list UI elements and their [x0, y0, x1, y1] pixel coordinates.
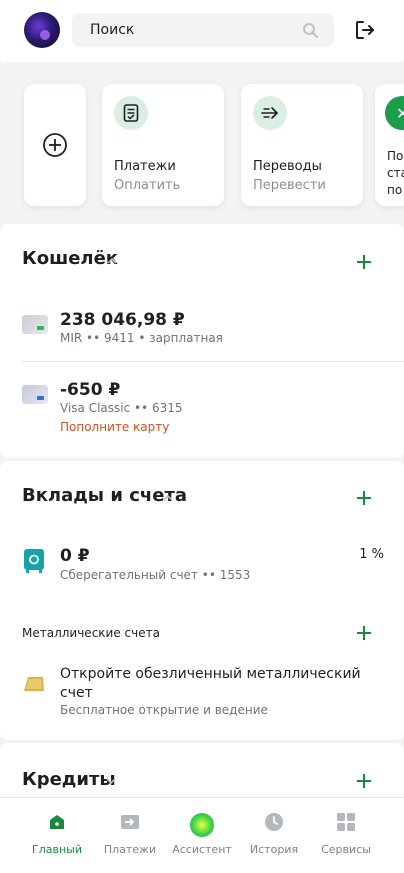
account-details: MIR •• 9411 • зарплатная [60, 331, 223, 345]
nav-label: Ассистент [172, 843, 232, 856]
credits-section: Кредиты [0, 743, 404, 803]
nav-item-history[interactable]: История [238, 798, 310, 873]
logout-icon[interactable] [354, 19, 376, 41]
top-bar: Поиск [0, 0, 404, 62]
search-icon [303, 23, 318, 38]
credits-title[interactable]: Кредиты [22, 769, 116, 790]
nav-item-services[interactable]: Сервисы [310, 798, 382, 873]
transfer-arrow-icon [253, 96, 287, 130]
search-input[interactable]: Поиск [72, 13, 334, 47]
search-placeholder: Поиск [90, 22, 135, 38]
avatar[interactable] [24, 12, 60, 48]
quick-action-title: Платежи [114, 159, 176, 174]
bottom-nav: Главный Платежи Ассистент История Сервис… [0, 797, 404, 873]
savings-amount: 0 ₽ [60, 546, 90, 566]
partial-line-3: по [387, 183, 403, 197]
add-credit-button[interactable] [356, 773, 372, 789]
quick-action-payments[interactable]: Платежи Оплатить [102, 84, 224, 206]
quick-actions-carousel[interactable]: Платежи Оплатить Переводы Перевести ✕ По… [0, 62, 404, 222]
home-icon [50, 815, 64, 829]
assistant-icon [190, 813, 214, 837]
wallet-title[interactable]: Кошелёк [22, 248, 118, 269]
nav-label: Главный [32, 843, 82, 856]
account-amount: 238 046,98 ₽ [60, 310, 185, 330]
grid-icon [337, 813, 355, 831]
card-icon [22, 385, 48, 404]
metal-offer-title: Откройте обезличенный металлический счет [60, 666, 361, 701]
nav-label: Платежи [103, 843, 157, 856]
add-quick-action-button[interactable] [24, 84, 86, 206]
nav-item-assistant[interactable]: Ассистент [166, 798, 238, 873]
deposits-section: Вклады и счета 0 ₽ Сберегательный счет •… [0, 461, 404, 740]
metal-offer-subtitle: Бесплатное открытие и ведение [60, 703, 268, 717]
nav-label: Сервисы [321, 843, 371, 856]
account-amount: -650 ₽ [60, 380, 121, 400]
gold-bar-icon [24, 677, 44, 691]
add-wallet-button[interactable] [356, 254, 372, 270]
add-metal-account-button[interactable] [356, 625, 372, 641]
svg-text:✕: ✕ [396, 104, 404, 123]
clock-icon [265, 813, 283, 831]
wallet-section: Кошелёк 238 046,98 ₽ MIR •• 9411 • зарпл… [0, 224, 404, 458]
nav-label: История [249, 843, 299, 856]
chevron-up-icon[interactable] [163, 493, 173, 503]
payment-doc-icon [114, 96, 148, 130]
add-circle-icon [43, 133, 67, 157]
nav-item-payments[interactable]: Платежи [94, 798, 166, 873]
quick-action-subtitle: Оплатить [114, 178, 181, 193]
chevron-up-icon[interactable] [107, 256, 117, 266]
quick-action-partial[interactable]: ✕ По ста по [375, 84, 404, 206]
partial-line-1: По [387, 149, 404, 163]
quick-action-transfers[interactable]: Переводы Перевести [241, 84, 363, 206]
metal-accounts-label: Металлические счета [22, 626, 160, 640]
top-up-card-link[interactable]: Пополните карту [60, 420, 169, 434]
savings-details: Сберегательный счет •• 1553 [60, 568, 251, 582]
quick-action-title: Переводы [253, 159, 322, 174]
account-details: Visa Classic •• 6315 [60, 401, 183, 415]
payments-icon [121, 815, 139, 829]
quick-action-subtitle: Перевести [253, 178, 326, 193]
safe-icon [24, 549, 44, 573]
partial-line-2: ста [387, 166, 404, 180]
add-deposit-button[interactable] [356, 490, 372, 506]
partial-service-icon: ✕ [385, 96, 404, 130]
savings-rate: 1 % [359, 547, 384, 562]
chevron-down-icon[interactable] [106, 776, 116, 786]
divider [22, 361, 404, 362]
card-icon [22, 315, 48, 334]
nav-item-home[interactable]: Главный [21, 798, 93, 873]
